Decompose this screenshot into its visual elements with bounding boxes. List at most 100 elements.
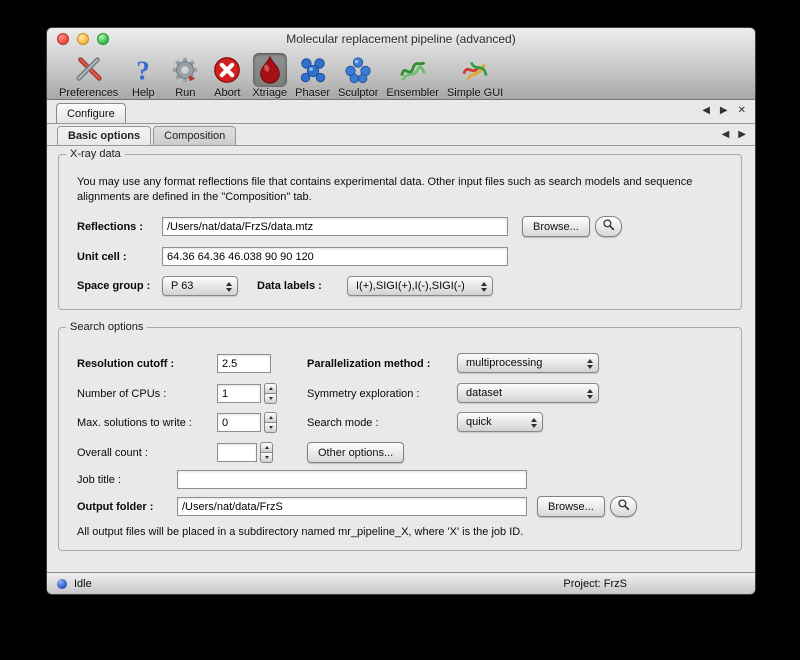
toolbar-button-sculptor[interactable]: Sculptor: [334, 52, 382, 100]
toolbar-button-help[interactable]: ? Help: [122, 52, 164, 100]
overall-count-input[interactable]: [217, 443, 257, 462]
num-cpus-input[interactable]: [217, 384, 261, 403]
project-label: Project: FrzS: [563, 578, 627, 590]
toolbar: Preferences ? Help: [47, 50, 755, 100]
simple-gui-icon: [458, 53, 492, 87]
app-window: Molecular replacement pipeline (advanced…: [46, 27, 756, 595]
toolbar-label: Preferences: [59, 87, 118, 99]
popup-arrows-icon: [481, 282, 487, 292]
xray-group-title: X-ray data: [66, 148, 125, 161]
toolbar-button-abort[interactable]: Abort: [206, 52, 248, 100]
stepper-down-button[interactable]: [264, 394, 277, 404]
minimize-window-button[interactable]: [77, 33, 89, 45]
job-title-label: Job title :: [77, 474, 121, 486]
space-group-label: Space group :: [77, 280, 150, 292]
max-solutions-label: Max. solutions to write :: [77, 417, 192, 429]
search-mode-select[interactable]: quick: [457, 412, 543, 432]
ensembler-icon: [396, 53, 430, 87]
desktop-background: Molecular replacement pipeline (advanced…: [0, 0, 800, 660]
tab-basic-options[interactable]: Basic options: [57, 126, 151, 145]
overall-count-label: Overall count :: [77, 447, 148, 459]
stepper-up-button[interactable]: [260, 442, 273, 453]
toolbar-label: Run: [175, 87, 195, 99]
tab-bar: Basic options Composition ◀ ▶: [47, 124, 755, 146]
svg-text:?: ?: [137, 55, 151, 85]
max-solutions-input[interactable]: [217, 413, 261, 432]
toolbar-button-run[interactable]: Run: [164, 52, 206, 100]
parallelization-label: Parallelization method :: [307, 358, 430, 370]
toolbar-label: Sculptor: [338, 87, 378, 99]
close-tab-icon[interactable]: ✕: [738, 105, 746, 116]
job-title-input[interactable]: [177, 470, 527, 489]
page-forward-icon[interactable]: ▶: [720, 105, 728, 116]
toolbar-label: Abort: [214, 87, 240, 99]
toolbar-button-ensembler[interactable]: Ensembler: [382, 52, 443, 100]
data-labels-select[interactable]: I(+),SIGI(+),I(-),SIGI(-): [347, 276, 493, 296]
configure-nav-controls: ◀ ▶ ✕: [702, 105, 746, 116]
output-folder-browse-button[interactable]: Browse...: [537, 496, 605, 517]
output-folder-input[interactable]: [177, 497, 527, 516]
close-window-button[interactable]: [57, 33, 69, 45]
search-group-title: Search options: [66, 321, 147, 334]
reflections-label: Reflections :: [77, 221, 143, 233]
tab-label: Basic options: [68, 130, 140, 142]
num-cpus-stepper: [264, 383, 277, 404]
magnifier-icon: [616, 497, 631, 517]
abort-icon: [210, 53, 244, 87]
output-folder-magnifier-button[interactable]: [610, 496, 637, 517]
symmetry-exploration-select[interactable]: dataset: [457, 383, 599, 403]
toolbar-button-phaser[interactable]: Phaser: [291, 52, 334, 100]
toolbar-label: Help: [132, 87, 155, 99]
unit-cell-input[interactable]: [162, 247, 508, 266]
traffic-lights: [57, 33, 109, 45]
data-labels-label: Data labels :: [257, 280, 322, 292]
status-indicator-icon: [57, 579, 67, 589]
tab-scroll-left-icon[interactable]: ◀: [722, 129, 730, 140]
reflections-input[interactable]: [162, 217, 508, 236]
popup-arrows-icon: [587, 389, 593, 399]
configure-bar: Configure ◀ ▶ ✕: [47, 100, 755, 124]
main-panel: X-ray data You may use any format reflec…: [47, 146, 755, 572]
toolbar-label: Xtriage: [252, 87, 287, 99]
toolbar-label: Phaser: [295, 87, 330, 99]
reflections-browse-button[interactable]: Browse...: [522, 216, 590, 237]
space-group-select[interactable]: P 63: [162, 276, 238, 296]
reflections-magnifier-button[interactable]: [595, 216, 622, 237]
window-title: Molecular replacement pipeline (advanced…: [286, 32, 515, 46]
resolution-cutoff-input[interactable]: [217, 354, 271, 373]
tab-configure[interactable]: Configure: [56, 103, 126, 123]
max-solutions-stepper: [264, 412, 277, 433]
help-icon: ?: [126, 53, 160, 87]
other-options-button[interactable]: Other options...: [307, 442, 404, 463]
toolbar-button-xtriage[interactable]: Xtriage: [248, 52, 291, 100]
popup-arrows-icon: [531, 418, 537, 428]
stepper-down-button[interactable]: [264, 423, 277, 433]
toolbar-button-simple-gui[interactable]: Simple GUI: [443, 52, 507, 100]
tab-composition[interactable]: Composition: [153, 126, 236, 145]
toolbar-button-preferences[interactable]: Preferences: [55, 52, 122, 100]
unit-cell-label: Unit cell :: [77, 251, 127, 263]
toolbar-label: Ensembler: [386, 87, 439, 99]
titlebar: Molecular replacement pipeline (advanced…: [47, 28, 755, 50]
tab-configure-label: Configure: [67, 108, 115, 120]
magnifier-icon: [601, 217, 616, 237]
page-back-icon[interactable]: ◀: [702, 105, 710, 116]
stepper-up-button[interactable]: [264, 412, 277, 423]
phaser-icon: [296, 53, 330, 87]
tab-scroll-right-icon[interactable]: ▶: [738, 129, 746, 140]
xtriage-icon: [253, 53, 287, 87]
resolution-cutoff-label: Resolution cutoff :: [77, 358, 174, 370]
stepper-down-button[interactable]: [260, 453, 273, 463]
output-note: All output files will be placed in a sub…: [77, 526, 523, 538]
stepper-up-button[interactable]: [264, 383, 277, 394]
sculptor-icon: [341, 53, 375, 87]
popup-arrows-icon: [587, 359, 593, 369]
zoom-window-button[interactable]: [97, 33, 109, 45]
window-chrome: Molecular replacement pipeline (advanced…: [47, 28, 755, 100]
tab-scroll-controls: ◀ ▶: [722, 129, 746, 140]
parallelization-select[interactable]: multiprocessing: [457, 353, 599, 373]
output-folder-label: Output folder :: [77, 501, 153, 513]
tab-label: Composition: [164, 130, 225, 142]
symmetry-exploration-label: Symmetry exploration :: [307, 388, 419, 400]
run-icon: [168, 53, 202, 87]
